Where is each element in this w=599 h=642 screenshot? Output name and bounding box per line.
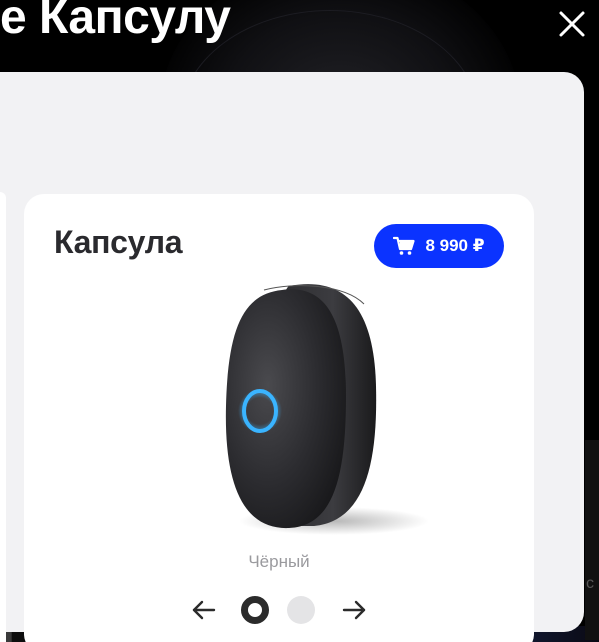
close-icon <box>559 11 585 37</box>
page-title: е Капсулу <box>0 0 231 44</box>
product-image <box>194 276 434 536</box>
prev-button[interactable] <box>188 594 220 626</box>
product-card: Капсула 8 990 ₽ Чёрный <box>24 194 534 642</box>
color-option-grey[interactable] <box>287 596 315 624</box>
next-button[interactable] <box>338 594 370 626</box>
color-carousel <box>184 590 374 630</box>
color-name: Чёрный <box>248 552 310 571</box>
color-option-black[interactable] <box>241 596 269 624</box>
price-label: 8 990 ₽ <box>425 236 485 255</box>
cart-icon <box>393 236 416 256</box>
previous-card-edge[interactable] <box>0 192 6 642</box>
product-name: Капсула <box>54 224 183 260</box>
background-side-strip <box>585 440 599 640</box>
arrow-left-icon <box>192 600 216 620</box>
product-modal: Капсула 8 990 ₽ Чёрный <box>0 72 584 642</box>
arrow-right-icon <box>342 600 366 620</box>
background-side-char: с <box>586 575 594 592</box>
buy-button[interactable]: 8 990 ₽ <box>374 224 504 268</box>
close-button[interactable] <box>556 8 588 40</box>
